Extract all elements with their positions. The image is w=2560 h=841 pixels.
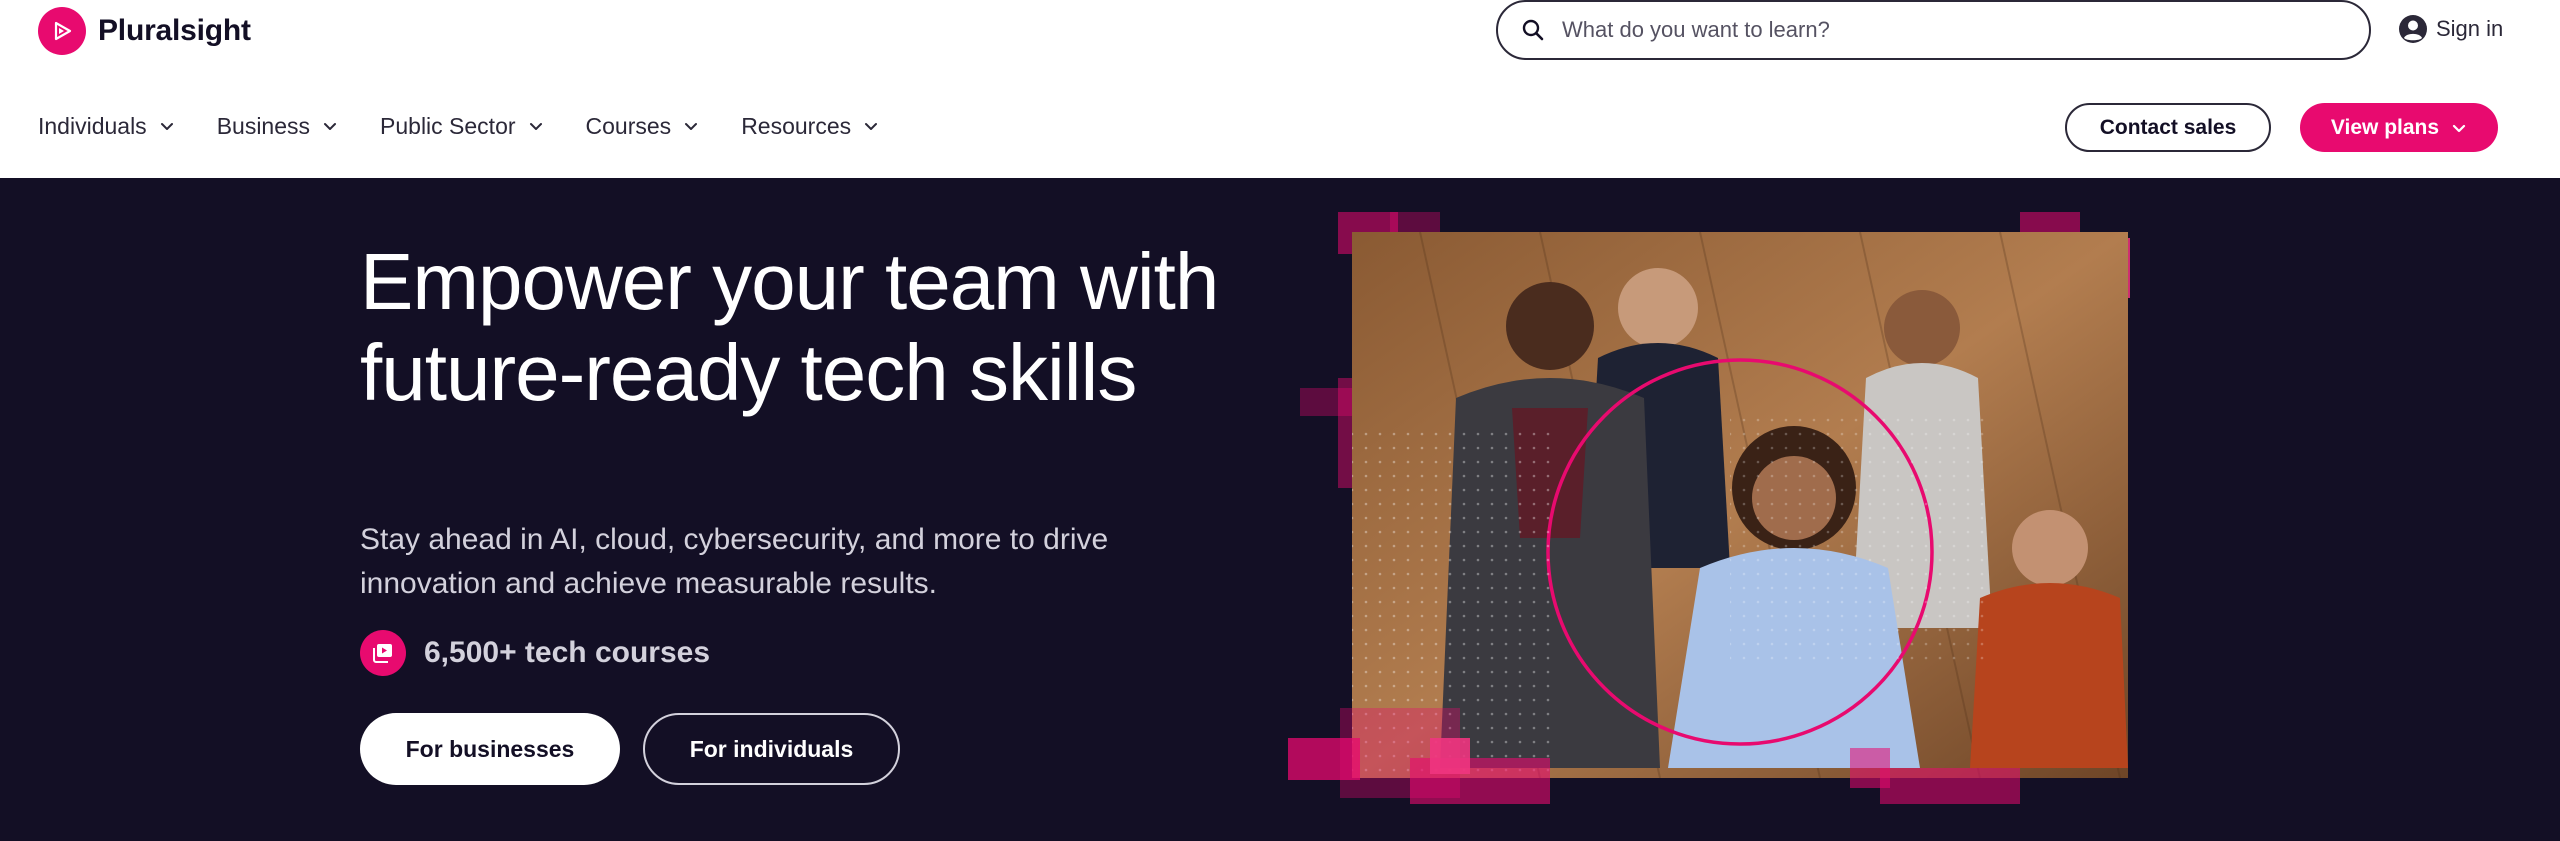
- user-circle-icon: [2399, 15, 2427, 43]
- nav-item-business[interactable]: Business: [217, 113, 338, 140]
- for-businesses-button[interactable]: For businesses: [360, 713, 620, 785]
- sign-in-link[interactable]: Sign in: [2398, 14, 2503, 44]
- search-input[interactable]: [1562, 17, 2322, 43]
- hero-title: Empower your team with future-ready tech…: [360, 237, 1219, 417]
- view-plans-button[interactable]: View plans: [2300, 103, 2498, 152]
- courses-count-text: 6,500+ tech courses: [424, 636, 711, 669]
- courses-count: 6,500+ tech courses: [360, 630, 710, 676]
- sign-in-label: Sign in: [2436, 16, 2504, 41]
- for-individuals-button[interactable]: For individuals: [643, 713, 900, 785]
- contact-sales-button[interactable]: Contact sales: [2065, 103, 2271, 152]
- logo[interactable]: Pluralsight: [38, 7, 251, 55]
- team-photo-illustration: [1288, 212, 2130, 804]
- hero-section: Empower your team with future-ready tech…: [0, 178, 2560, 841]
- nav-item-label: Business: [216, 112, 311, 139]
- search-bar[interactable]: [1496, 0, 2371, 60]
- search-icon: [1520, 17, 1546, 43]
- chevron-down-icon: [160, 123, 173, 130]
- view-plans-label: View plans: [2330, 115, 2440, 139]
- nav-item-courses[interactable]: Courses: [586, 113, 700, 140]
- logo-text: Pluralsight: [98, 14, 251, 47]
- nav-item-label: Individuals: [38, 112, 147, 139]
- chevron-down-icon: [2452, 124, 2466, 132]
- chevron-down-icon: [865, 123, 878, 130]
- hero-subtitle: Stay ahead in AI, cloud, cybersecurity, …: [360, 523, 1109, 600]
- nav-item-label: Courses: [585, 112, 672, 139]
- nav-item-resources[interactable]: Resources: [741, 113, 879, 140]
- nav-item-public-sector[interactable]: Public Sector: [380, 113, 544, 140]
- nav-item-label: Resources: [741, 112, 852, 139]
- hero-image: [1280, 208, 2180, 808]
- main-nav: Individuals Business Public Sector Cours…: [38, 108, 921, 144]
- nav-item-individuals[interactable]: Individuals: [38, 113, 175, 140]
- chevron-down-icon: [685, 123, 698, 130]
- chevron-down-icon: [324, 123, 337, 130]
- site-header: Pluralsight Sign in Individuals Business: [0, 0, 2560, 178]
- pluralsight-logo-icon: [38, 7, 86, 55]
- nav-item-label: Public Sector: [380, 112, 516, 139]
- video-library-icon: [360, 630, 406, 676]
- chevron-down-icon: [529, 123, 542, 130]
